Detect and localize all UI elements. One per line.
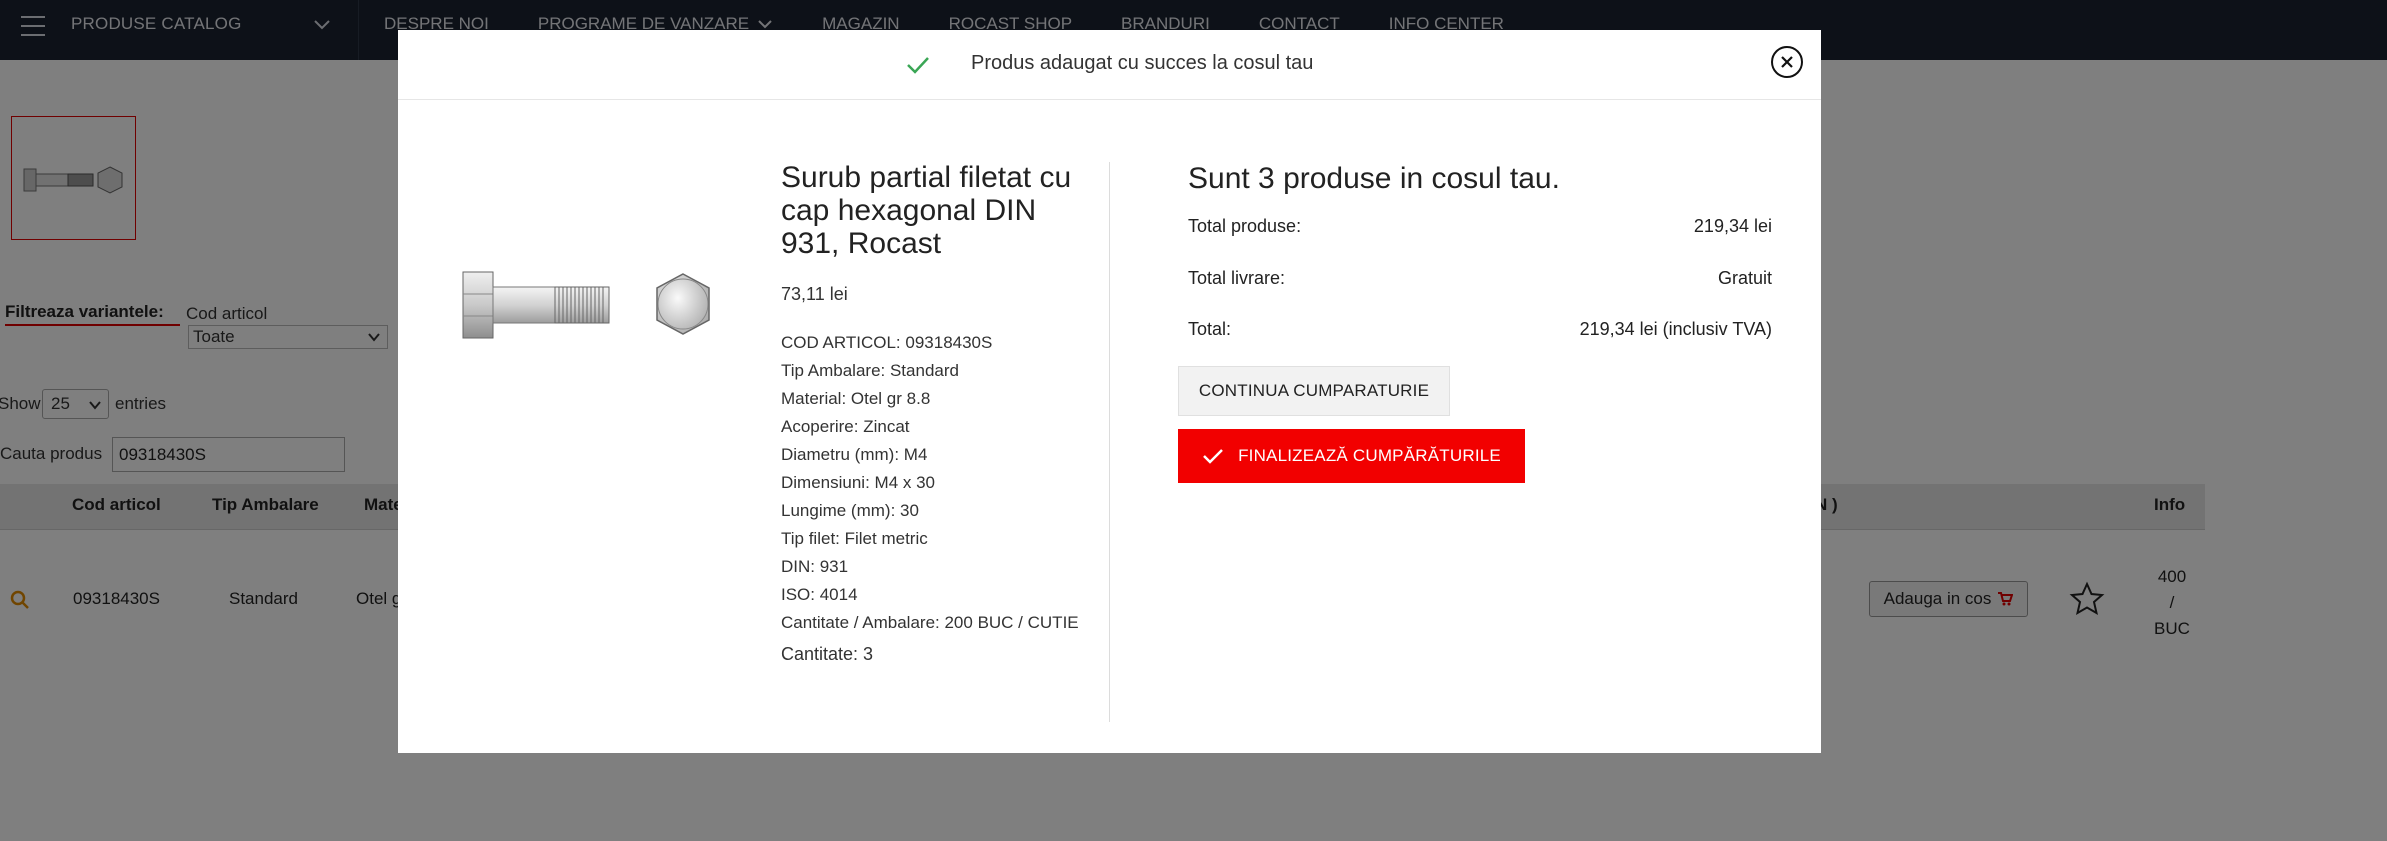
spec-item: Dimensiuni: M4 x 30 (781, 473, 936, 492)
modal-divider (1109, 162, 1110, 722)
summary-value: Gratuit (1717, 268, 1772, 288)
cart-summary-title: Sunt 3 produse in cosul tau. (1188, 162, 1560, 195)
close-icon (1781, 56, 1793, 68)
success-message: Produs adaugat cu succes la cosul tau (971, 52, 1314, 74)
spec-item: Cantitate / Ambalare: 200 BUC / CUTIE (781, 613, 1079, 632)
summary-label: Total livrare: (1188, 268, 1286, 288)
summary-label: Total: (1188, 319, 1232, 339)
spec-item: Tip Ambalare: Standard (781, 361, 959, 380)
summary-label: Total produse: (1188, 216, 1302, 236)
spec-item: COD ARTICOL: 09318430S (781, 333, 993, 352)
modal-header: Produs adaugat cu succes la cosul tau (398, 30, 1821, 100)
spec-item: Lungime (mm): 30 (781, 501, 919, 520)
product-image (462, 271, 710, 339)
cart-confirmation-modal: Produs adaugat cu succes la cosul tau Su… (398, 30, 1821, 753)
summary-total: Total: 219,34 lei (inclusiv TVA) (1188, 319, 1772, 340)
checkout-button[interactable]: FINALIZEAZĂ CUMPĂRĂTURILE (1178, 429, 1525, 483)
close-button[interactable] (1771, 46, 1803, 78)
product-quantity: Cantitate: 3 (781, 644, 874, 664)
continue-shopping-button[interactable]: CONTINUA CUMPARATURIE (1178, 366, 1450, 416)
spec-item: Acoperire: Zincat (781, 417, 910, 436)
spec-item: Material: Otel gr 8.8 (781, 389, 931, 408)
product-title: Surub partial filetat cu cap hexagonal D… (781, 161, 1072, 260)
product-price: 73,11 lei (781, 284, 848, 304)
spec-item: Diametru (mm): M4 (781, 445, 928, 464)
spec-item: DIN: 931 (781, 557, 849, 576)
checkout-label: FINALIZEAZĂ CUMPĂRĂTURILE (1238, 446, 1501, 465)
summary-delivery: Total livrare: Gratuit (1188, 268, 1772, 289)
summary-value: 219,34 lei (1693, 216, 1772, 236)
check-icon (907, 57, 929, 74)
product-specs: COD ARTICOL: 09318430S Tip Ambalare: Sta… (781, 329, 1111, 637)
spec-item: Tip filet: Filet metric (781, 529, 928, 548)
spec-item: ISO: 4014 (781, 585, 858, 604)
summary-total-products: Total produse: 219,34 lei (1188, 216, 1772, 237)
check-icon (1203, 449, 1223, 464)
summary-value: 219,34 lei (inclusiv TVA) (1579, 319, 1772, 339)
